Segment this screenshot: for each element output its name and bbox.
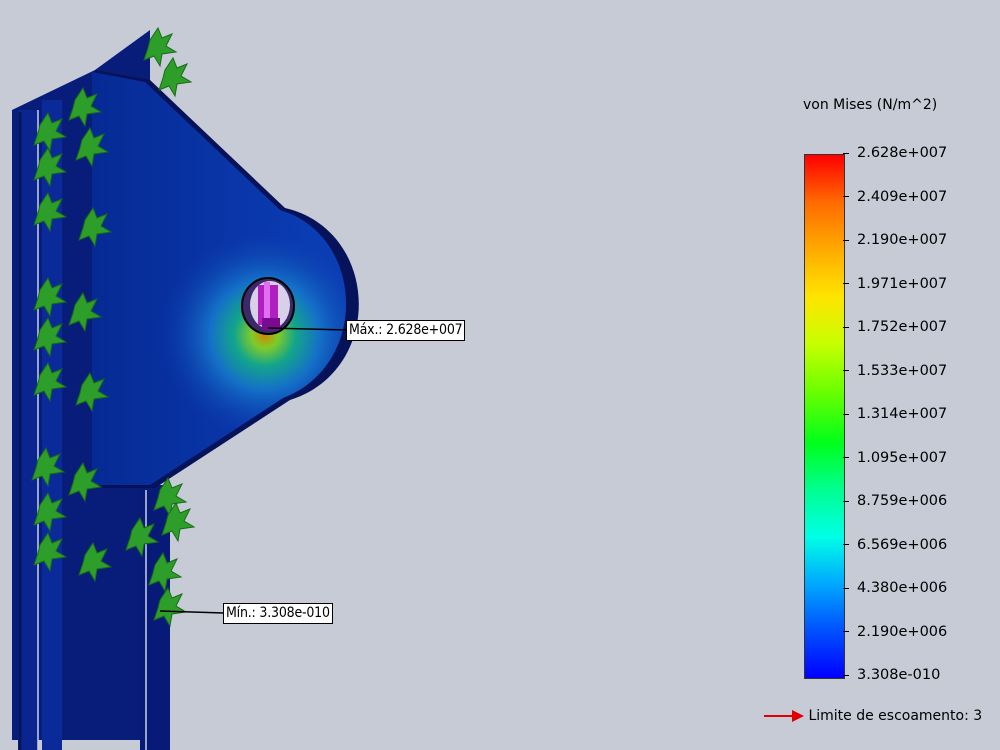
legend-tick-label: 2.190e+006 (843, 624, 951, 641)
legend-tick-value: 2.190e+007 (857, 232, 948, 248)
legend-tick-value: 1.095e+007 (857, 449, 948, 466)
legend-tick-label: 8.759e+006 (843, 493, 951, 510)
legend-tick-label: 1.533e+007 (843, 363, 951, 380)
legend-tick-mark (843, 326, 849, 328)
legend-tick-mark (843, 500, 849, 502)
legend-tick-mark (843, 457, 849, 458)
legend-title: von Mises (N/m^2) (803, 97, 938, 113)
legend-tick-value: 1.533e+007 (857, 362, 948, 379)
legend-tick-label: 1.971e+007 (843, 276, 951, 293)
legend-tick-value: 2.409e+007 (857, 188, 948, 205)
legend-tick-value: 4.380e+006 (857, 580, 948, 596)
gusset-plate (92, 70, 359, 488)
legend-tick-label: 4.380e+006 (843, 580, 951, 597)
legend-tick-label: 1.095e+007 (843, 450, 951, 467)
legend-tick-mark (843, 370, 849, 371)
legend-tick-mark (843, 544, 849, 545)
legend-tick-mark (843, 587, 849, 589)
legend-tick-mark (843, 152, 849, 154)
legend-tick-label: 2.190e+007 (843, 232, 951, 249)
max-stress-callout[interactable]: Máx.: 2.628e+007 (346, 320, 466, 341)
legend-tick-value: 6.569e+006 (857, 536, 948, 553)
legend-tick-label: 1.752e+007 (843, 319, 951, 336)
yield-limit-label: Limite de escoamento: 3 (808, 708, 983, 724)
legend-tick-value: 2.190e+006 (857, 623, 948, 640)
legend-tick-mark (843, 283, 849, 284)
min-stress-callout[interactable]: Mín.: 3.308e-010 (223, 603, 333, 624)
legend-tick-mark (843, 631, 849, 632)
legend-tick-value: 1.314e+007 (857, 406, 948, 422)
legend-tick-label: 6.569e+006 (843, 537, 951, 554)
pin-hole (241, 277, 295, 335)
legend-tick-value: 3.308e-010 (857, 667, 941, 683)
legend-tick-mark (843, 196, 849, 197)
legend-tick-mark (843, 413, 849, 415)
legend-colorbar (804, 154, 845, 679)
legend-tick-value: 8.759e+006 (857, 493, 948, 509)
legend-tick-label: 3.308e-010 (843, 667, 951, 684)
legend-tick-mark (843, 674, 849, 676)
legend-tick-label: 1.314e+007 (843, 406, 951, 423)
legend-tick-value: 1.971e+007 (857, 275, 948, 292)
legend-tick-value: 1.752e+007 (857, 319, 948, 335)
red-arrow-icon (764, 710, 804, 722)
legend-tick-label: 2.409e+007 (843, 189, 951, 206)
legend-tick-mark (843, 239, 849, 241)
legend-tick-label: 2.628e+007 (843, 145, 951, 162)
yield-limit-indicator: Limite de escoamento: 3 (764, 708, 982, 724)
legend-tick-value: 2.628e+007 (857, 145, 948, 161)
